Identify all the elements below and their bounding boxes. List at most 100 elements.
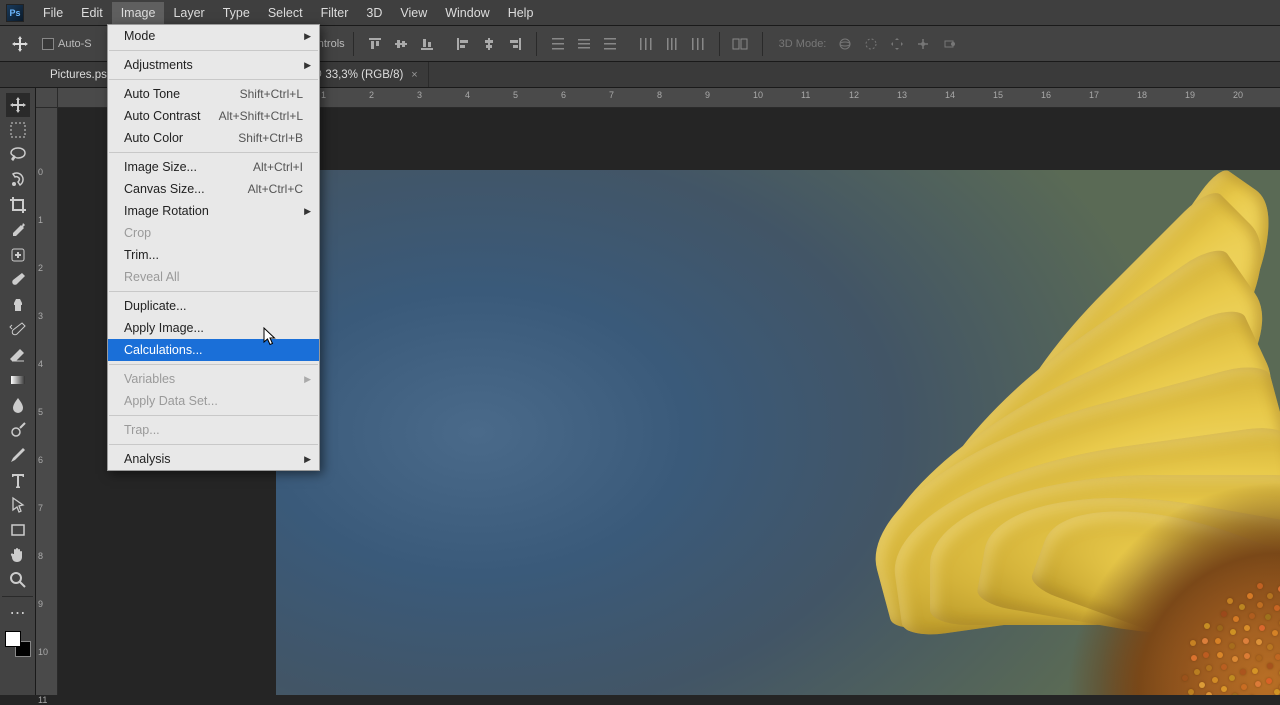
marquee-tool-icon[interactable] <box>6 118 30 142</box>
move-tool-icon[interactable] <box>6 93 30 117</box>
menu-item-analysis[interactable]: Analysis▶ <box>108 448 319 470</box>
menu-separator <box>109 415 318 416</box>
align-left-icon[interactable] <box>452 33 474 55</box>
color-swatches[interactable] <box>5 631 31 657</box>
menu-item-label: Auto Contrast <box>124 109 200 123</box>
menu-item-trim[interactable]: Trim... <box>108 244 319 266</box>
ruler-tick: 12 <box>849 90 859 100</box>
menu-item-label: Apply Data Set... <box>124 394 218 408</box>
align-bottom-icon[interactable] <box>416 33 438 55</box>
distribute-left-icon[interactable] <box>635 33 657 55</box>
menu-item-variables: Variables▶ <box>108 368 319 390</box>
menu-item-trap: Trap... <box>108 419 319 441</box>
menu-item-auto-color[interactable]: Auto ColorShift+Ctrl+B <box>108 127 319 149</box>
blur-tool-icon[interactable] <box>6 393 30 417</box>
move-tool-indicator-icon[interactable] <box>6 30 34 58</box>
distribute-hcenter-icon[interactable] <box>661 33 683 55</box>
ruler-tick: 15 <box>993 90 1003 100</box>
quick-select-tool-icon[interactable] <box>6 168 30 192</box>
menu-edit[interactable]: Edit <box>72 2 112 24</box>
path-select-tool-icon[interactable] <box>6 493 30 517</box>
close-tab-icon[interactable]: × <box>411 69 417 81</box>
clone-tool-icon[interactable] <box>6 293 30 317</box>
3d-roll-icon[interactable] <box>860 33 882 55</box>
3d-orbit-icon[interactable] <box>834 33 856 55</box>
menu-view[interactable]: View <box>391 2 436 24</box>
ruler-tick: 10 <box>753 90 763 100</box>
vertical-ruler[interactable]: 01234567891011 <box>36 108 58 695</box>
separator <box>762 32 763 56</box>
menu-item-calculations[interactable]: Calculations... <box>108 339 319 361</box>
ruler-tick: 6 <box>561 90 566 100</box>
hand-tool-icon[interactable] <box>6 543 30 567</box>
healing-tool-icon[interactable] <box>6 243 30 267</box>
menu-item-adjustments[interactable]: Adjustments▶ <box>108 54 319 76</box>
menu-item-label: Adjustments <box>124 58 193 72</box>
align-hcenter-icon[interactable] <box>478 33 500 55</box>
eraser-tool-icon[interactable] <box>6 343 30 367</box>
gradient-tool-icon[interactable] <box>6 368 30 392</box>
menu-window[interactable]: Window <box>436 2 498 24</box>
ruler-tick: 14 <box>945 90 955 100</box>
distribute-top-icon[interactable] <box>547 33 569 55</box>
brush-tool-icon[interactable] <box>6 268 30 292</box>
tab-label: Pictures.ps <box>50 69 107 81</box>
document-canvas[interactable] <box>276 170 1280 695</box>
menu-select[interactable]: Select <box>259 2 312 24</box>
auto-align-icon[interactable] <box>730 33 752 55</box>
distribute-right-icon[interactable] <box>687 33 709 55</box>
menu-item-auto-contrast[interactable]: Auto Contrast Alt+Shift+Ctrl+L <box>108 105 319 127</box>
menu-layer[interactable]: Layer <box>164 2 213 24</box>
menu-item-canvas-size[interactable]: Canvas Size...Alt+Ctrl+C <box>108 178 319 200</box>
align-vcenter-icon[interactable] <box>390 33 412 55</box>
3d-pan-icon[interactable] <box>886 33 908 55</box>
menu-item-auto-tone[interactable]: Auto ToneShift+Ctrl+L <box>108 83 319 105</box>
menu-item-apply-image[interactable]: Apply Image... <box>108 317 319 339</box>
menu-help[interactable]: Help <box>499 2 543 24</box>
menu-filter[interactable]: Filter <box>312 2 358 24</box>
type-tool-icon[interactable] <box>6 468 30 492</box>
menu-shortcut: Alt+Shift+Ctrl+L <box>219 109 303 123</box>
menu-item-image-rotation[interactable]: Image Rotation▶ <box>108 200 319 222</box>
image-content <box>276 170 1280 695</box>
3d-zoom-icon[interactable] <box>938 33 960 55</box>
menu-item-label: Calculations... <box>124 343 203 357</box>
menu-shortcut: Shift+Ctrl+L <box>240 87 303 101</box>
toolbox: ⋯ <box>0 88 36 695</box>
align-top-icon[interactable] <box>364 33 386 55</box>
distribute-vcenter-icon[interactable] <box>573 33 595 55</box>
menu-item-mode[interactable]: Mode▶ <box>108 25 319 47</box>
edit-toolbar-icon[interactable]: ⋯ <box>6 601 30 625</box>
3d-slide-icon[interactable] <box>912 33 934 55</box>
separator <box>353 32 354 56</box>
distribute-bottom-icon[interactable] <box>599 33 621 55</box>
submenu-arrow-icon: ▶ <box>304 206 311 217</box>
separator <box>536 32 537 56</box>
foreground-color-swatch[interactable] <box>5 631 21 647</box>
dodge-tool-icon[interactable] <box>6 418 30 442</box>
menu-image[interactable]: Image <box>112 2 165 24</box>
menu-file[interactable]: File <box>34 2 72 24</box>
menu-separator <box>109 50 318 51</box>
zoom-tool-icon[interactable] <box>6 568 30 592</box>
menu-separator <box>109 291 318 292</box>
menu-separator <box>109 79 318 80</box>
menu-item-label: Analysis <box>124 452 171 466</box>
menu-3d[interactable]: 3D <box>357 2 391 24</box>
rectangle-tool-icon[interactable] <box>6 518 30 542</box>
align-right-icon[interactable] <box>504 33 526 55</box>
menu-item-label: Trap... <box>124 423 160 437</box>
menu-item-duplicate[interactable]: Duplicate... <box>108 295 319 317</box>
ruler-tick: 4 <box>38 359 43 369</box>
menu-item-reveal-all: Reveal All <box>108 266 319 288</box>
crop-tool-icon[interactable] <box>6 193 30 217</box>
menu-item-image-size[interactable]: Image Size...Alt+Ctrl+I <box>108 156 319 178</box>
ruler-tick: 11 <box>38 695 47 705</box>
eyedropper-tool-icon[interactable] <box>6 218 30 242</box>
auto-select-checkbox[interactable] <box>42 38 54 50</box>
pen-tool-icon[interactable] <box>6 443 30 467</box>
history-brush-tool-icon[interactable] <box>6 318 30 342</box>
menu-type[interactable]: Type <box>214 2 259 24</box>
lasso-tool-icon[interactable] <box>6 143 30 167</box>
ruler-tick: 18 <box>1137 90 1147 100</box>
